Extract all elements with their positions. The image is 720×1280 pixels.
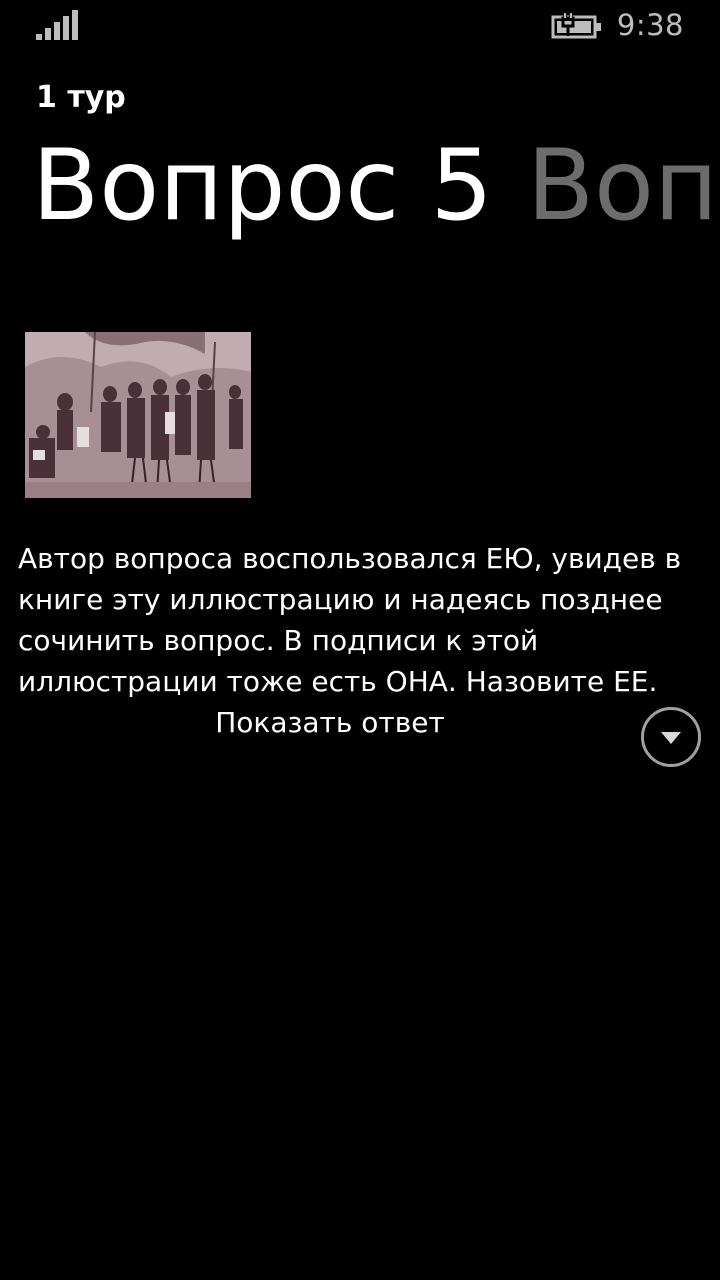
battery-charging-icon [551, 12, 601, 39]
status-bar: 9:38 [0, 0, 720, 52]
signal-strength-icon [36, 10, 78, 40]
pivot-item-next[interactable]: Вопр [527, 129, 720, 243]
pivot-item-current[interactable]: Вопрос 5 [32, 129, 493, 243]
show-answer-button[interactable]: Показать ответ [0, 706, 660, 739]
question-illustration[interactable] [25, 332, 251, 498]
chevron-down-circle-icon[interactable] [640, 706, 702, 768]
question-text: Автор вопроса воспользовался ЕЮ, увидев … [18, 542, 682, 698]
tour-label: 1 тур [36, 80, 126, 115]
pivot-header: Вопрос 5 Вопр [0, 120, 720, 260]
status-time: 9:38 [616, 8, 684, 42]
